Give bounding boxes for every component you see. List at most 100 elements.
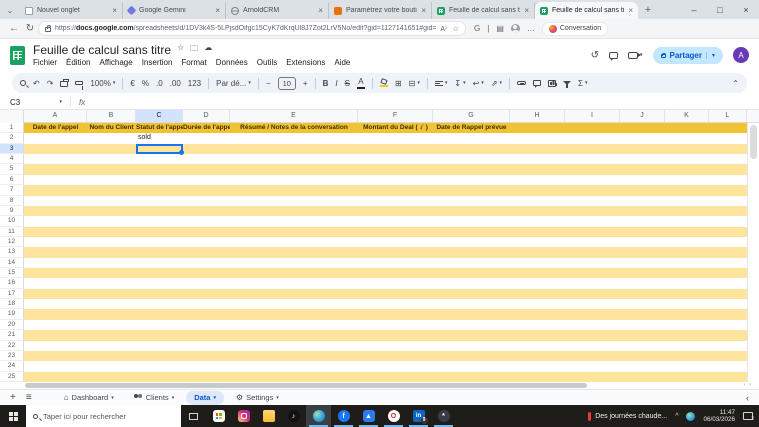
cell-I23[interactable] [565,351,620,361]
cell-J18[interactable] [620,299,665,309]
cell-G6[interactable] [433,175,510,185]
browser-tab-3[interactable]: Paramétrez votre boutique E × [329,2,432,19]
cell-H9[interactable] [510,206,565,216]
cell-L16[interactable] [709,278,747,288]
photos-taskbar-button[interactable]: ▲ [356,405,381,427]
bold-button[interactable]: B [323,79,329,88]
browser-tab-1[interactable]: Google Gemini × [123,2,226,19]
tab-close-icon[interactable]: × [215,6,220,15]
cell-K8[interactable] [665,196,709,206]
cell-G2[interactable] [433,133,510,143]
cell-G3[interactable] [433,144,510,154]
tab-close-icon[interactable]: × [524,6,529,15]
cell-L7[interactable] [709,185,747,195]
insert-chart-button[interactable] [548,79,557,87]
share-dropdown-icon[interactable]: ▾ [705,51,715,59]
cell-F5[interactable] [358,164,433,174]
cell-C17[interactable] [136,289,183,299]
column-header-H[interactable]: H [510,110,565,122]
side-panel-collapse-icon[interactable]: ‹ [746,393,749,403]
row-header-13[interactable]: 13 [0,247,24,258]
cell-E22[interactable] [230,341,358,351]
cell-J2[interactable] [620,133,665,143]
cell-J13[interactable] [620,247,665,257]
cell-J11[interactable] [620,227,665,237]
menu-aide[interactable]: Aide [334,58,350,67]
version-history-icon[interactable]: ↺ [591,50,599,61]
cell-K19[interactable] [665,309,709,319]
tab-close-icon[interactable]: × [318,6,323,15]
row-header-18[interactable]: 18 [0,299,24,310]
facebook-taskbar-button[interactable]: f [331,405,356,427]
font-size-value[interactable]: 10 [277,76,296,90]
cell-B25[interactable] [87,372,136,382]
row-header-14[interactable]: 14 [0,257,24,269]
cell-B9[interactable] [87,206,136,216]
name-box[interactable]: C3 ▾ [10,98,62,107]
cell-C13[interactable] [136,247,183,257]
row-header-22[interactable]: 22 [0,340,24,351]
document-title[interactable]: Feuille de calcul sans titre [33,43,171,57]
cell-I6[interactable] [565,175,620,185]
cell-D10[interactable] [183,216,230,226]
cell-B14[interactable] [87,258,136,268]
cell-L11[interactable] [709,227,747,237]
cell-J7[interactable] [620,185,665,195]
toolbar-collapse-icon[interactable]: ⌃ [732,79,739,88]
font-dropdown-icon[interactable]: ▾ [248,80,251,86]
cell-G9[interactable] [433,206,510,216]
cell-K21[interactable] [665,330,709,340]
cell-H8[interactable] [510,196,565,206]
sheet-tab-menu-icon[interactable]: ▾ [276,395,279,401]
cell-I7[interactable] [565,185,620,195]
task-view-taskbar-button[interactable] [181,405,206,427]
cell-L10[interactable] [709,216,747,226]
cell-E10[interactable] [230,216,358,226]
cell-A25[interactable] [24,372,87,382]
cell-A4[interactable] [24,154,87,164]
cell-J8[interactable] [620,196,665,206]
cell-H5[interactable] [510,164,565,174]
profile-icon[interactable] [510,24,520,33]
vertical-align-button[interactable]: ↧ ▾ [454,79,465,88]
notification-center-icon[interactable]: 3 [743,412,754,422]
cell-G22[interactable] [433,341,510,351]
cell-D17[interactable] [183,289,230,299]
cell-D6[interactable] [183,175,230,185]
cell-D21[interactable] [183,330,230,340]
cell-A12[interactable] [24,237,87,247]
cell-G20[interactable] [433,320,510,330]
cell-A23[interactable] [24,351,87,361]
tiktok-taskbar-button[interactable]: ♪ [281,405,306,427]
cell-D1[interactable]: Durée de l'appel [183,123,230,133]
scrollbar-arrows[interactable]: ‹› [744,382,755,388]
cell-K1[interactable] [665,123,709,133]
cell-D12[interactable] [183,237,230,247]
more-menu-icon[interactable]: … [527,24,535,33]
browser-tab-2[interactable]: ArnoldCRM × [226,2,329,19]
menu-edition[interactable]: Édition [66,58,90,67]
column-header-B[interactable]: B [87,110,136,122]
cell-F4[interactable] [358,154,433,164]
cell-E13[interactable] [230,247,358,257]
sheets-logo-icon[interactable] [10,45,25,65]
cell-C11[interactable] [136,227,183,237]
row-header-19[interactable]: 19 [0,309,24,320]
row-header-17[interactable]: 17 [0,288,24,300]
menus-search-button[interactable] [20,80,26,86]
cell-A10[interactable] [24,216,87,226]
cell-L22[interactable] [709,341,747,351]
cell-A24[interactable] [24,361,87,371]
collections-icon[interactable]: ▤ [496,24,504,33]
decrease-decimals-button[interactable]: .0 [156,79,163,88]
cell-C4[interactable] [136,154,183,164]
tray-edge-icon[interactable] [686,411,696,421]
cell-I16[interactable] [565,278,620,288]
cell-C6[interactable] [136,175,183,185]
row-header-21[interactable]: 21 [0,330,24,341]
cell-E21[interactable] [230,330,358,340]
row-header-8[interactable]: 8 [0,195,24,206]
cell-B19[interactable] [87,309,136,319]
browser-tab-5[interactable]: Feuille de calcul sans titre - G× [535,2,638,19]
cell-H23[interactable] [510,351,565,361]
